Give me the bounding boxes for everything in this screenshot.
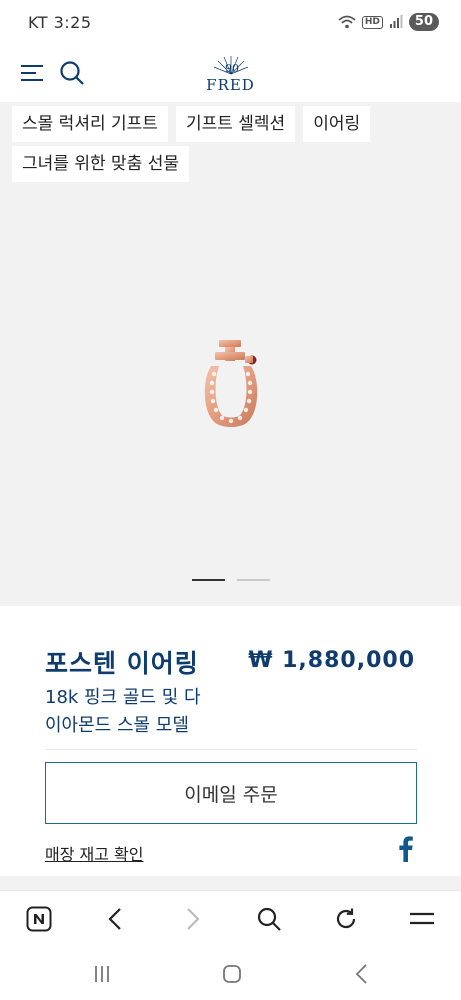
browser-toolbar [0,890,461,946]
logo-mark: 90 [225,62,239,75]
gallery-pager [192,579,270,581]
status-bar: KT 3:25 HD 50 [0,0,461,44]
status-time: KT 3:25 [28,12,92,32]
chevron-right-icon [187,908,200,930]
section-separator [0,876,461,890]
back-arrow-icon [355,964,367,984]
check-store-stock-link[interactable]: 매장 재고 확인 [45,841,144,865]
product-description: 18k 핑크 골드 및 다 이아몬드 스몰 모델 [45,684,275,740]
tag-earrings[interactable]: 이어링 [303,106,371,142]
pager-dot-1[interactable] [192,579,225,581]
forward-button[interactable] [179,905,207,933]
logo-sunburst-icon: 90 [213,56,248,75]
pager-dot-2[interactable] [237,579,270,581]
back-button[interactable] [101,905,129,933]
system-back-button[interactable] [350,962,374,986]
divider [45,749,417,750]
browser-menu-button[interactable] [408,905,436,933]
menu-lines-icon [410,912,434,925]
tag-custom-gift-for-her[interactable]: 그녀를 위한 맞춤 선물 [12,146,189,182]
logo-text: FRED [206,76,255,94]
description-line-2: 이아몬드 스몰 모델 [45,715,189,736]
recent-apps-icon [95,966,109,982]
wifi-icon [338,15,356,29]
naver-n-icon [26,906,52,932]
browser-search-button[interactable] [255,905,283,933]
search-icon [257,907,281,931]
product-gallery[interactable]: 스몰 럭셔리 기프트 기프트 셀렉션 이어링 그녀를 위한 맞춤 선물 [0,102,461,606]
description-line-1: 18k 핑크 골드 및 다 [45,687,201,708]
email-order-button[interactable]: 이메일 주문 [45,762,417,824]
product-info: 포스텐 이어링 ₩ 1,880,000 18k 핑크 골드 및 다 이아몬드 스… [0,606,461,876]
facebook-icon[interactable] [396,836,414,862]
search-button[interactable] [58,59,86,87]
browser-home-button[interactable] [25,905,53,933]
product-image [204,340,258,427]
home-icon [223,965,241,983]
tag-small-luxury-gift[interactable]: 스몰 럭셔리 기프트 [12,106,168,142]
refresh-icon [336,908,356,929]
category-tags: 스몰 럭셔리 기프트 기프트 셀렉션 이어링 그녀를 위한 맞춤 선물 [12,106,452,182]
chevron-left-icon [108,908,121,930]
status-icons: HD 50 [338,13,439,31]
recent-apps-button[interactable] [90,962,114,986]
system-navigation-bar [0,946,461,1000]
hamburger-menu-icon [21,65,43,81]
site-header: 90 FRED [0,44,461,102]
menu-button[interactable] [20,64,44,82]
refresh-button[interactable] [332,905,360,933]
home-button[interactable] [220,962,244,986]
hd-badge: HD [361,15,383,29]
fred-logo[interactable]: 90 FRED [206,54,255,94]
battery-indicator: 50 [408,13,439,31]
tag-gift-selection[interactable]: 기프트 셀렉션 [175,106,296,142]
product-price: ₩ 1,880,000 [248,648,415,673]
signal-icon [389,15,403,28]
product-title: 포스텐 이어링 [45,649,199,678]
search-icon [60,61,84,85]
